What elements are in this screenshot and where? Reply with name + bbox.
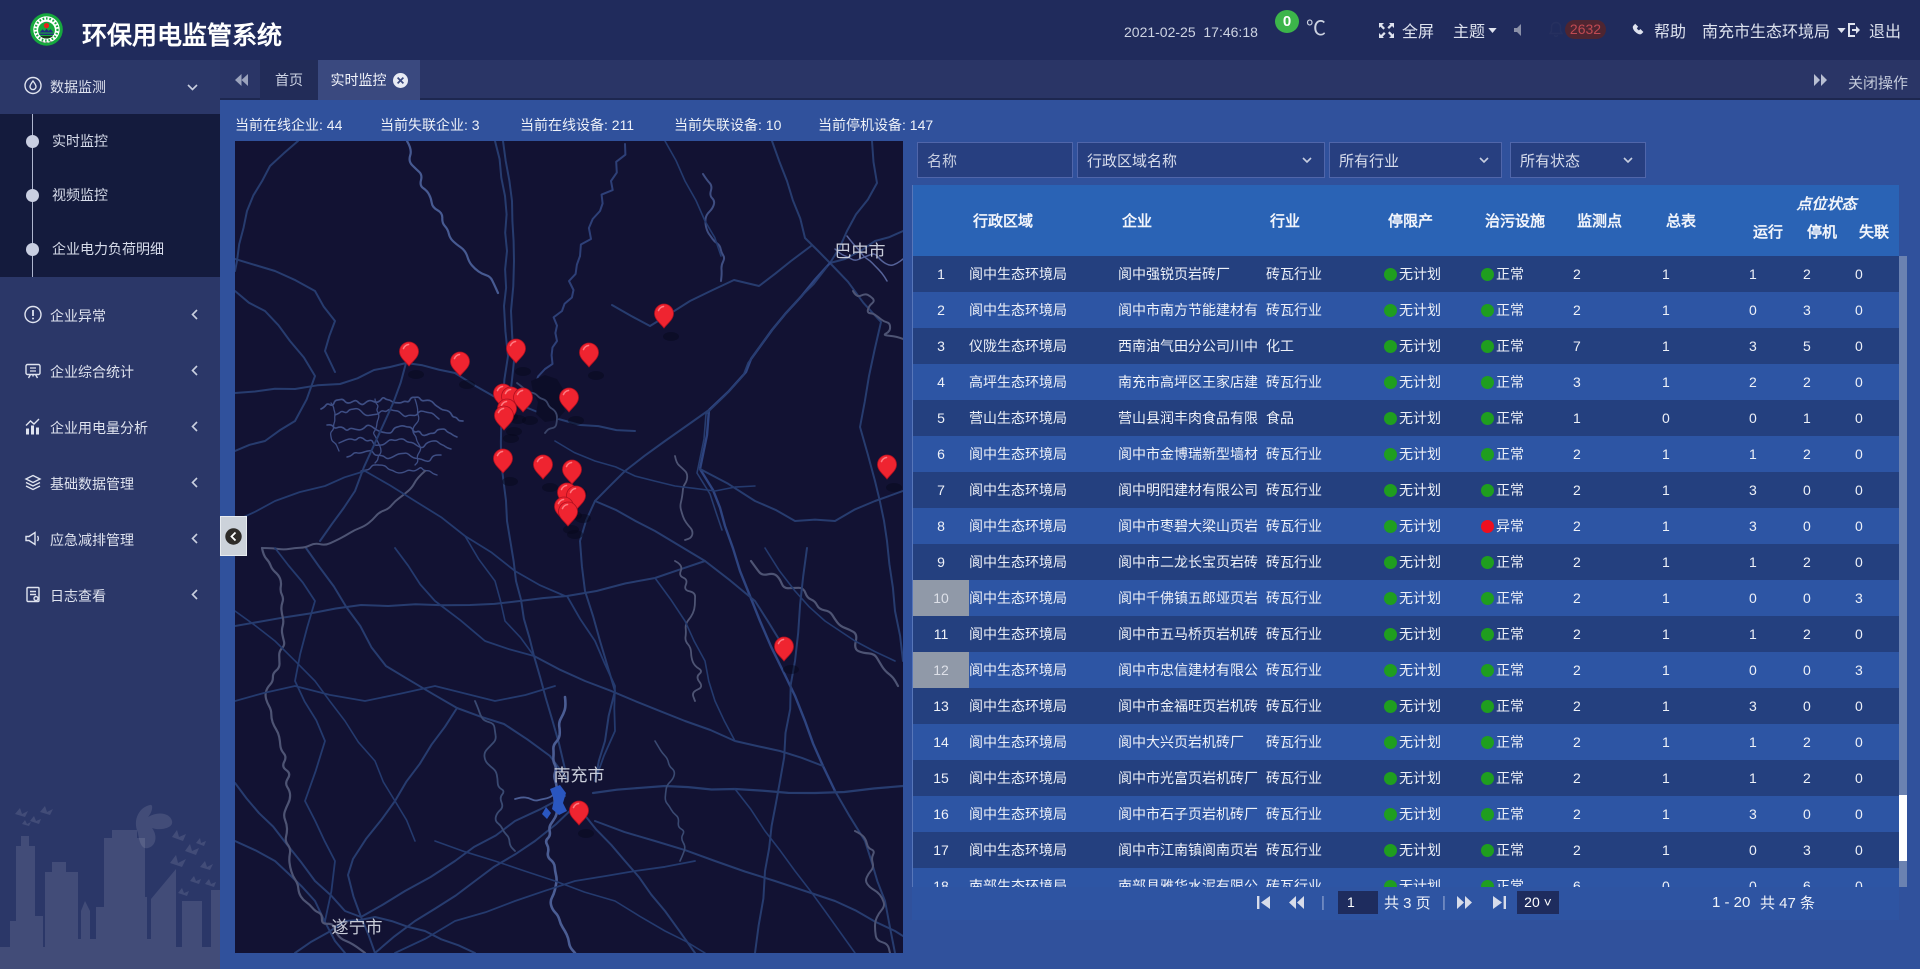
svg-text:南充市: 南充市: [554, 766, 605, 785]
svg-text:巴中市: 巴中市: [835, 242, 886, 261]
svg-text:遂宁市: 遂宁市: [332, 918, 383, 937]
